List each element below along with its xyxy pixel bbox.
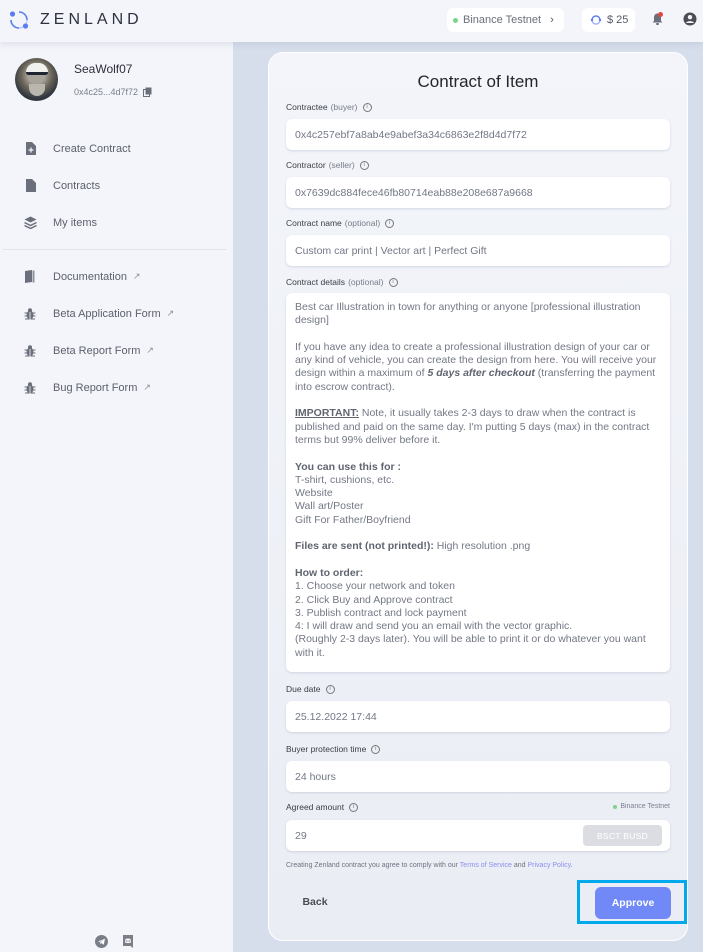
network-status-dot bbox=[453, 17, 458, 23]
avatar[interactable] bbox=[15, 58, 58, 101]
buyer-protection-label: Buyer protection time i bbox=[286, 744, 381, 754]
sidebar-item-contracts[interactable]: Contracts bbox=[0, 167, 233, 204]
balance-value: $ 25 bbox=[607, 14, 629, 26]
details-intro: Best car Illustration in town for anythi… bbox=[295, 301, 641, 327]
network-selector[interactable]: Binance Testnet › bbox=[447, 8, 564, 32]
layers-icon bbox=[23, 216, 37, 229]
sidebar-item-documentation[interactable]: Documentation ↗ bbox=[0, 258, 233, 295]
approve-highlight-box bbox=[577, 880, 687, 924]
social-links bbox=[95, 935, 134, 948]
file-icon bbox=[25, 179, 36, 192]
top-bar: ZENLAND Binance Testnet › $ 25 bbox=[0, 0, 703, 42]
contract-details-field[interactable]: Best car Illustration in town for anythi… bbox=[286, 293, 670, 672]
sidebar-item-label: Create Contract bbox=[53, 142, 131, 155]
sidebar: SeaWolf07 0x4c25...4d7f72 Create Contrac… bbox=[0, 42, 233, 952]
external-link-icon: ↗ bbox=[166, 308, 175, 318]
sidebar-nav: Create Contract Contracts My items Docum… bbox=[0, 130, 233, 406]
info-icon[interactable]: i bbox=[359, 160, 369, 170]
details-order-steps: How to order: 1. Choose your network and… bbox=[295, 566, 646, 659]
zenland-logo-icon bbox=[9, 11, 29, 29]
agreed-amount-label: Agreed amount i bbox=[286, 802, 359, 812]
external-link-icon: ↗ bbox=[146, 345, 154, 355]
bug-icon bbox=[24, 307, 36, 319]
book-icon bbox=[25, 270, 35, 283]
sidebar-item-create-contract[interactable]: Create Contract bbox=[0, 130, 233, 167]
user-profile: SeaWolf07 0x4c25...4d7f72 bbox=[15, 58, 152, 101]
token-selector[interactable]: BSCT BUSD bbox=[583, 825, 662, 846]
wallet-address-text: 0x4c25...4d7f72 bbox=[74, 87, 139, 97]
balance-button[interactable]: $ 25 bbox=[582, 8, 635, 32]
info-icon[interactable]: i bbox=[385, 218, 395, 228]
sidebar-item-beta-report-form[interactable]: Beta Report Form ↗ bbox=[0, 332, 233, 369]
contractor-field[interactable]: 0x7639dc884fece46fb80714eab88e208e687a96… bbox=[286, 177, 670, 208]
due-date-field[interactable]: 25.12.2022 17:44 bbox=[286, 701, 670, 732]
notification-bell-icon[interactable] bbox=[651, 12, 664, 26]
external-link-icon: ↗ bbox=[133, 271, 141, 281]
account-icon[interactable] bbox=[683, 12, 697, 26]
terms-of-service-link[interactable]: Terms of Service bbox=[460, 862, 512, 869]
discord-icon[interactable] bbox=[122, 935, 134, 948]
copy-icon[interactable] bbox=[143, 87, 152, 97]
wallet-address: 0x4c25...4d7f72 bbox=[74, 87, 152, 97]
sidebar-item-label: My items bbox=[53, 216, 97, 229]
sidebar-item-label: Documentation bbox=[53, 270, 127, 283]
sidebar-item-label: Beta Report Form bbox=[53, 344, 141, 357]
page-title: Contract of Item bbox=[417, 72, 539, 91]
network-status-dot bbox=[613, 804, 618, 809]
info-icon[interactable]: i bbox=[349, 802, 359, 812]
telegram-icon[interactable] bbox=[95, 935, 108, 948]
sidebar-item-label: Contracts bbox=[53, 179, 101, 192]
info-icon[interactable]: i bbox=[388, 277, 398, 287]
contract-name-field[interactable]: Custom car print | Vector art | Perfect … bbox=[286, 235, 670, 266]
privacy-policy-link[interactable]: Privacy Policy bbox=[528, 862, 571, 869]
details-files: Files are sent (not printed!): High reso… bbox=[295, 540, 531, 553]
bug-icon bbox=[24, 381, 36, 393]
info-icon[interactable]: i bbox=[371, 744, 381, 754]
sidebar-divider bbox=[3, 249, 227, 250]
file-plus-icon bbox=[25, 142, 36, 155]
contractee-field[interactable]: 0x4c257ebf7a8ab4e9abef3a34c6863e2f8d4d7f… bbox=[286, 119, 670, 150]
network-label: Binance Testnet bbox=[463, 14, 542, 26]
contract-name-label: Contract name (optional) i bbox=[286, 218, 395, 228]
back-button[interactable]: Back bbox=[291, 889, 339, 915]
buyer-protection-field[interactable]: 24 hours bbox=[286, 761, 670, 792]
sidebar-item-beta-application-form[interactable]: Beta Application Form ↗ bbox=[0, 295, 233, 332]
sidebar-item-bug-report-form[interactable]: Bug Report Form ↗ bbox=[0, 369, 233, 406]
details-important: IMPORTANT: Note, it usually takes 2-3 da… bbox=[295, 407, 650, 446]
agreed-amount-field[interactable]: 29 BSCT BUSD bbox=[286, 820, 670, 851]
details-use-list: You can use this for : T-shirt, cushions… bbox=[295, 460, 411, 526]
details-paragraph: If you have any idea to create a profess… bbox=[295, 340, 657, 393]
contractor-label: Contractor (seller) i bbox=[286, 160, 369, 170]
info-icon[interactable]: i bbox=[362, 102, 372, 112]
external-link-icon: ↗ bbox=[143, 382, 151, 392]
sidebar-item-my-items[interactable]: My items bbox=[0, 204, 233, 241]
contractee-label: Contractee (buyer) i bbox=[286, 102, 372, 112]
terms-notice: Creating Zenland contract you agree to c… bbox=[286, 862, 573, 869]
brand-name: ZENLAND bbox=[40, 11, 143, 28]
bug-icon bbox=[24, 344, 36, 356]
refresh-icon bbox=[590, 15, 602, 25]
due-date-label: Due date i bbox=[286, 684, 335, 694]
info-icon[interactable]: i bbox=[325, 684, 335, 694]
sidebar-item-label: Beta Application Form bbox=[53, 307, 161, 320]
amount-network-tag: Binance Testnet bbox=[613, 803, 670, 810]
username: SeaWolf07 bbox=[74, 62, 133, 76]
contract-details-label: Contract details (optional) i bbox=[286, 277, 398, 287]
sidebar-item-label: Bug Report Form bbox=[53, 381, 138, 394]
chevron-right-icon: › bbox=[550, 14, 554, 26]
contract-form-panel: Contract of Item Contractee (buyer) i 0x… bbox=[268, 52, 688, 941]
logo[interactable]: ZENLAND bbox=[8, 9, 143, 31]
